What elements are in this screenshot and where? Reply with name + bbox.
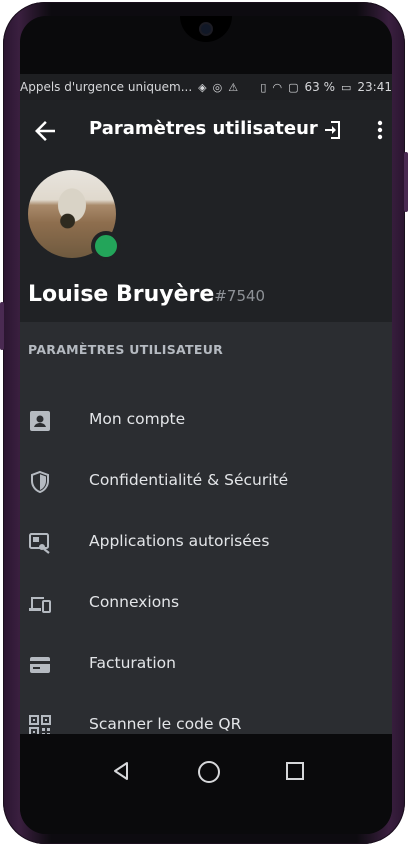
settings-item-label: Scanner le code QR <box>89 715 242 733</box>
notch <box>180 16 232 42</box>
section-title: PARAMÈTRES UTILISATEUR <box>28 342 224 357</box>
logout-icon[interactable] <box>322 118 346 142</box>
volume-button <box>0 302 4 350</box>
phone-frame: Appels d'urgence uniquem... ◈ ◎ ⚠ ▯ ◠ ▢ … <box>0 2 408 844</box>
username: Louise Bruyère <box>28 282 215 307</box>
authorized-apps-icon <box>29 533 50 554</box>
username-row: Louise Bruyère#7540 <box>28 282 265 307</box>
settings-item-confidentialite[interactable]: Confidentialité & Sécurité <box>20 453 392 511</box>
settings-item-label: Applications autorisées <box>89 532 270 550</box>
more-vert-icon[interactable] <box>370 118 390 142</box>
system-nav-bar <box>20 734 392 834</box>
discord-notification-icon: ◈ <box>198 80 207 94</box>
front-camera <box>201 24 211 34</box>
devices-icon <box>29 597 51 613</box>
power-button <box>404 152 408 212</box>
status-bar: Appels d'urgence uniquem... ◈ ◎ ⚠ ▯ ◠ ▢ … <box>20 74 392 100</box>
nav-home-icon[interactable] <box>198 761 220 783</box>
account-card-icon <box>30 411 50 431</box>
screen: Appels d'urgence uniquem... ◈ ◎ ⚠ ▯ ◠ ▢ … <box>20 16 392 834</box>
settings-item-label: Mon compte <box>89 410 186 428</box>
profile-header: Louise Bruyère#7540 <box>20 162 392 322</box>
status-left: Appels d'urgence uniquem... ◈ ◎ ⚠ <box>20 80 238 94</box>
settings-item-applications[interactable]: Applications autorisées <box>20 514 392 572</box>
warning-icon: ⚠ <box>228 80 239 94</box>
app-bar: Paramètres utilisateur <box>20 100 392 162</box>
battery-icon: ▭ <box>341 80 352 94</box>
settings-item-mon-compte[interactable]: Mon compte <box>20 392 392 450</box>
credit-card-icon <box>30 657 50 673</box>
nav-back-icon[interactable] <box>110 760 132 782</box>
shield-icon <box>31 470 49 494</box>
settings-item-connexions[interactable]: Connexions <box>20 575 392 633</box>
notification-text: Appels d'urgence uniquem... <box>20 80 193 94</box>
status-right: ▯ ◠ ▢ 63 % ▭ 23:41 <box>260 80 392 94</box>
online-status-indicator <box>91 231 121 261</box>
battery-percent: 63 % <box>304 80 336 94</box>
vibrate-icon: ▯ <box>260 80 267 94</box>
settings-list: PARAMÈTRES UTILISATEUR Mon compte Confid… <box>20 322 392 737</box>
arrow-left-icon[interactable] <box>30 116 60 146</box>
settings-item-facturation[interactable]: Facturation <box>20 636 392 694</box>
settings-item-label: Facturation <box>89 654 176 672</box>
settings-item-label: Connexions <box>89 593 180 611</box>
clock: 23:41 <box>357 80 392 94</box>
page-title: Paramètres utilisateur <box>89 118 318 139</box>
whatsapp-notification-icon: ◎ <box>212 80 223 94</box>
settings-item-label: Confidentialité & Sécurité <box>89 471 289 489</box>
nav-recents-icon[interactable] <box>286 762 304 780</box>
data-icon: ▢ <box>288 80 299 94</box>
discriminator: #7540 <box>214 287 266 305</box>
wifi-icon: ◠ <box>272 80 283 94</box>
